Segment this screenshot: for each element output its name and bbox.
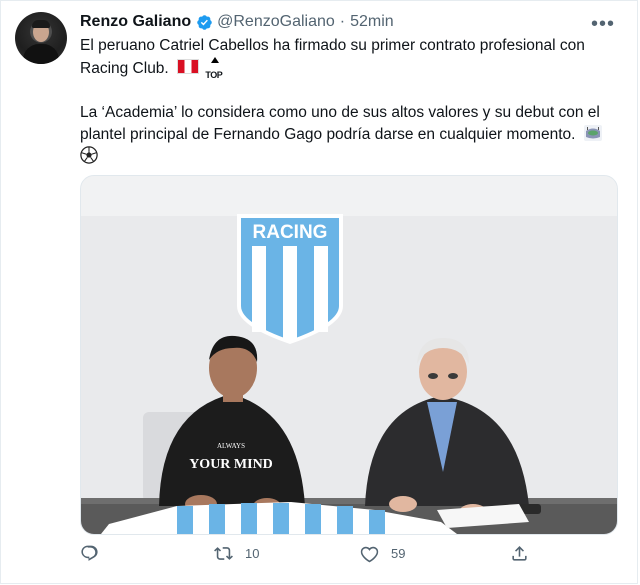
shirt-small-text: ALWAYS bbox=[217, 442, 245, 450]
retweet-count: 10 bbox=[245, 546, 260, 561]
author-avatar[interactable] bbox=[15, 12, 67, 64]
avatar-hair-shape bbox=[32, 20, 50, 28]
share-icon bbox=[512, 546, 527, 561]
tweet-paragraph-1: El peruano Catriel Cabellos ha firmado s… bbox=[80, 35, 620, 80]
reply-button[interactable] bbox=[80, 544, 99, 563]
tweet-photo[interactable]: RACING ALWAYS YOUR MIND bbox=[80, 175, 618, 535]
author-name[interactable]: Renzo Galiano bbox=[80, 13, 191, 31]
verified-badge-icon bbox=[197, 14, 212, 30]
tweet-card[interactable]: Renzo Galiano @RenzoGaliano · 52min ••• … bbox=[0, 0, 638, 584]
more-options-icon[interactable]: ••• bbox=[591, 13, 615, 36]
like-button[interactable]: 59 bbox=[360, 544, 405, 563]
author-handle[interactable]: @RenzoGaliano bbox=[217, 13, 335, 31]
tweet-paragraph-1-text: El peruano Catriel Cabellos ha firmado s… bbox=[80, 37, 585, 77]
stadium-icon bbox=[583, 125, 602, 141]
peru-flag-icon bbox=[177, 59, 200, 74]
share-button[interactable] bbox=[510, 544, 529, 563]
reply-icon bbox=[81, 545, 98, 561]
shirt-text: YOUR MIND bbox=[189, 457, 273, 472]
soccer-ball-icon bbox=[80, 146, 98, 164]
tweet-paragraph-2: La ‘Academia’ lo considera como uno de s… bbox=[80, 102, 620, 168]
avatar-body-shape bbox=[23, 44, 59, 64]
top-arrow-icon: TOP bbox=[205, 57, 225, 80]
retweet-button[interactable]: 10 bbox=[214, 544, 259, 563]
crest-text: RACING bbox=[253, 222, 328, 243]
like-count: 59 bbox=[391, 546, 406, 561]
photo-scene: RACING ALWAYS YOUR MIND bbox=[81, 176, 617, 534]
heart-icon bbox=[360, 546, 379, 563]
tweet-header: Renzo Galiano @RenzoGaliano · 52min bbox=[80, 11, 394, 33]
tweet-actions: 10 59 bbox=[80, 544, 540, 570]
tweet-timestamp[interactable]: 52min bbox=[350, 13, 394, 31]
tweet-text: El peruano Catriel Cabellos ha firmado s… bbox=[80, 35, 620, 168]
tweet-paragraph-2-text: La ‘Academia’ lo considera como uno de s… bbox=[80, 104, 600, 143]
retweet-icon bbox=[214, 547, 233, 560]
racing-crest: RACING bbox=[237, 214, 343, 344]
header-separator: · bbox=[339, 13, 346, 30]
top-emoji-text: TOP bbox=[205, 70, 223, 80]
top-arrow-shape bbox=[211, 57, 220, 63]
